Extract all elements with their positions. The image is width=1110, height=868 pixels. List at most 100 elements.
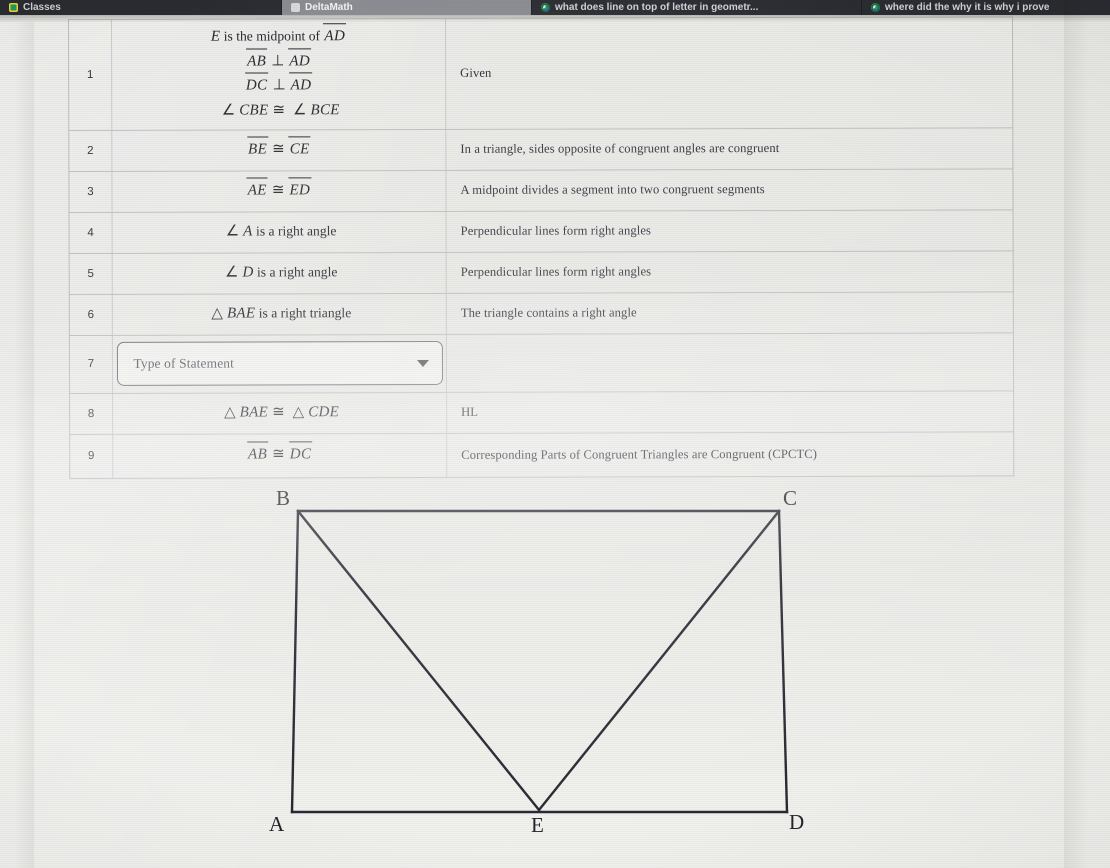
statement-text: is the midpoint of [220,28,324,44]
segment-notation: DC [289,444,313,468]
proof-row-number: 7 [69,335,114,393]
proof-row-number: 2 [69,130,113,171]
math-operator: ∠ [225,223,240,240]
proof-reason-cell: A midpoint divides a segment into two co… [460,182,765,198]
proof-reason-cell: Perpendicular lines form right angles [460,223,652,239]
proof-statement-cell: AE ≅ ED [112,170,447,212]
segment-notation: AD [323,25,346,49]
math-variable: BAE [239,404,269,421]
math-operator: ≅ [272,404,285,421]
math-operator: ≅ [271,182,285,199]
math-variable: E [210,28,221,45]
browser-tab-label: DeltaMath [305,2,353,13]
proof-row-number: 4 [69,212,113,253]
figure-edge-CD [777,509,789,814]
proof-row: 2 BE ≅ CE In a triangle, sides opposite of c… [69,128,1013,172]
geometry-figure-svg [290,509,789,814]
statement-line: ∠ CBE ≅ ∠ BCE [218,99,340,123]
browser-tab-label: what does line on top of letter in geome… [555,2,759,13]
math-operator: ∠ [221,102,236,119]
vertex-label-B: B [276,486,291,510]
browser-tab-deltamath[interactable]: DeltaMath [282,0,532,15]
figure-edge-BE [296,509,541,812]
figure-edge-EC [537,509,781,812]
statement-line: AB ⊥ AD [246,50,311,74]
math-variable: BCE [310,102,340,119]
browser-tab-strip: Classes DeltaMath what does line on top … [0,0,1110,15]
segment-notation: ED [288,179,311,203]
segment-notation: DC [245,75,269,99]
vertex-label-E: E [531,813,545,837]
statement-line: BE ≅ CE [247,138,311,162]
statement-line: △ BAE ≅ △ CDE [220,401,339,425]
proof-row-number: 3 [69,171,113,212]
figure-edges [290,509,789,814]
statement-line: E is the midpoint of AD [211,25,346,49]
proof-statement-cell: ∠ D is a right angle [112,252,447,294]
proof-row-number: 1 [69,19,113,130]
proof-reason-cell: Perpendicular lines form right angles [460,264,652,280]
statement-line: ∠ A is a right angle [222,220,337,244]
proof-row: 8 △ BAE ≅ △ CDE HL [70,391,1014,435]
math-operator: ∠ [293,102,307,119]
vertex-label-A: A [269,812,285,836]
proof-row: 3 AE ≅ ED A midpoint divides a segment into … [69,169,1013,213]
proof-reason-cell: In a triangle, sides opposite of congrue… [460,141,780,157]
proof-statement-cell: E is the midpoint of AD AB ⊥ AD DC ⊥ AD ∠ CBE ≅ ∠ B… [112,18,447,130]
segment-notation: AD [288,50,311,74]
proof-reason-cell: Given [460,66,492,81]
browser-tab-search-line-on-top-of-letter[interactable]: what does line on top of letter in geome… [532,0,862,15]
math-operator: ⊥ [272,77,286,94]
math-operator: ≅ [272,141,285,158]
statement-line: AB ≅ DC [247,444,312,468]
vertex-label-D: D [789,810,805,834]
browser-tab-classes[interactable]: Classes [0,0,282,15]
proof-reason-cell: HL [461,405,479,420]
figure-edge-AB [290,509,300,814]
deltamath-favicon [291,3,300,12]
geometry-figure: B C A D E [0,466,1110,868]
proof-reason-cell: The triangle contains a right angle [460,305,637,321]
chevron-down-icon[interactable] [416,359,429,367]
proof-reason-cell [447,333,1013,392]
type-of-statement-placeholder: Type of Statement [133,355,235,372]
proof-row: 7 Type of Statement [69,333,1014,394]
math-operator: △ [224,404,236,421]
proof-row-number: 5 [69,253,113,294]
proof-row-number: 8 [70,393,114,434]
type-of-statement-dropdown[interactable]: Type of Statement [116,341,443,387]
statement-text: is a right angle [253,264,338,280]
statement-text: is a right triangle [255,305,352,321]
segment-notation: AD [290,75,313,99]
proof-statement-cell: BE ≅ CE [112,129,447,171]
segment-notation: BE [247,138,268,162]
math-operator: ∠ [224,264,239,281]
math-operator: ⊥ [271,53,285,70]
proof-statement-cell: △ BAE ≅ △ CDE [113,392,448,434]
math-operator: △ [211,305,223,322]
proof-row: 1E is the midpoint of AD AB ⊥ AD DC ⊥ AD ∠ CBE ≅ ∠… [69,17,1013,131]
proof-statement-cell: ∠ A is a right angle [112,211,447,253]
math-variable: CBE [239,102,269,119]
statement-line: ∠ D is a right angle [221,261,337,285]
browser-tab-search-secondary[interactable]: where did the why it is why i prove [862,0,1110,15]
browser-tab-label: where did the why it is why i prove [885,2,1050,13]
two-column-proof-table: 1E is the midpoint of AD AB ⊥ AD DC ⊥ AD ∠ CBE ≅ ∠… [68,16,1015,479]
proof-row: 4 ∠ A is a right angle Perpendicular lines … [69,210,1013,254]
segment-notation: AE [247,179,268,203]
vertex-label-C: C [783,486,798,510]
math-variable: D [242,264,254,281]
math-variable: CDE [308,404,340,421]
proof-row: 5 ∠ D is a right angle Perpendicular lines … [69,251,1013,295]
segment-notation: AB [246,50,267,74]
math-operator: ≅ [272,102,286,119]
proof-statement-cell: Type of Statement [112,334,448,393]
statement-line: △ BAE is a right triangle [207,302,351,326]
proof-row: 6 △ BAE is a right triangle The triangle co… [69,292,1013,336]
segment-notation: CE [289,138,311,162]
statement-line: AE ≅ ED [247,179,312,203]
math-variable: A [243,223,253,240]
browser-tab-label: Classes [23,2,61,13]
segment-notation: AB [247,444,268,468]
chrome-favicon [541,3,550,12]
